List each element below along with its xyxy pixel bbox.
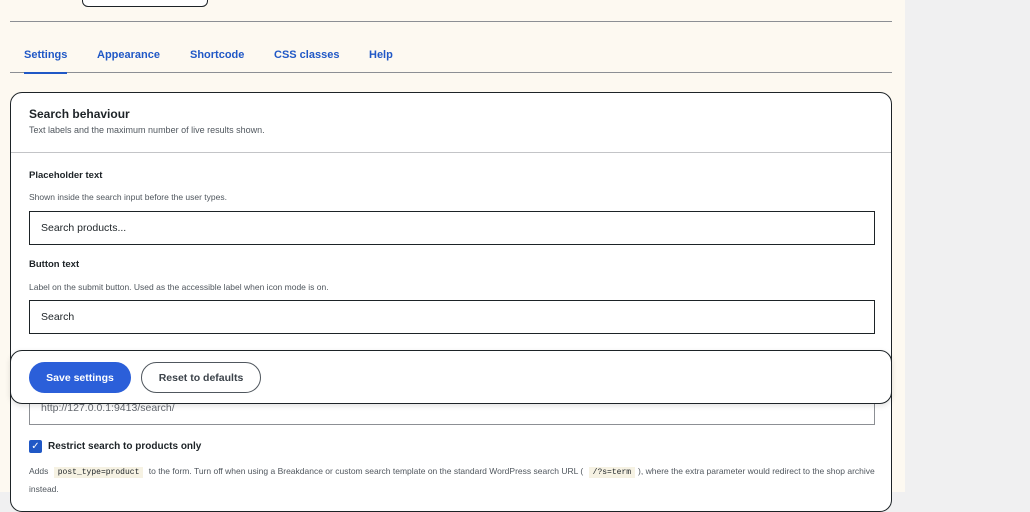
button-text-label: Button text (29, 259, 80, 270)
tab-shortcode[interactable]: Shortcode (190, 41, 244, 72)
button-text-input[interactable] (29, 300, 875, 334)
settings-tabs: Settings Appearance Shortcode CSS classe… (10, 41, 892, 74)
placeholder-text-label: Placeholder text (29, 170, 103, 181)
tab-help[interactable]: Help (369, 41, 393, 72)
save-settings-button[interactable]: Save settings (29, 362, 131, 393)
sticky-save-bar: Save settings Reset to defaults (10, 350, 892, 404)
restrict-products-description: Adds post_type=product to the form. Turn… (29, 463, 879, 498)
restrict-desc-part1: Adds (29, 466, 49, 476)
top-divider (10, 21, 892, 22)
restrict-products-label: Restrict search to products only (48, 441, 202, 452)
code-post-type: post_type=product (53, 467, 144, 478)
section-title: Search behaviour (29, 107, 130, 121)
card-header: Search behaviour Text labels and the max… (11, 93, 891, 153)
checkmark-icon: ✓ (31, 441, 40, 452)
tab-appearance[interactable]: Appearance (97, 41, 160, 72)
tab-css-classes[interactable]: CSS classes (274, 41, 339, 72)
button-text-help: Label on the submit button. Used as the … (29, 282, 329, 292)
restrict-desc-part2: to the form. Turn off when using a Break… (148, 466, 584, 476)
tab-settings[interactable]: Settings (24, 41, 68, 74)
settings-page: Settings Appearance Shortcode CSS classe… (0, 0, 905, 512)
placeholder-text-help: Shown inside the search input before the… (29, 192, 227, 202)
search-behaviour-card: Search behaviour Text labels and the max… (10, 92, 892, 512)
restrict-products-checkbox[interactable]: ✓ (29, 440, 42, 453)
top-partial-button[interactable] (82, 0, 208, 7)
reset-defaults-button[interactable]: Reset to defaults (141, 362, 261, 393)
code-search-term: /?s=term (588, 467, 636, 478)
placeholder-text-input[interactable] (29, 211, 875, 245)
section-description: Text labels and the maximum number of li… (29, 125, 265, 135)
